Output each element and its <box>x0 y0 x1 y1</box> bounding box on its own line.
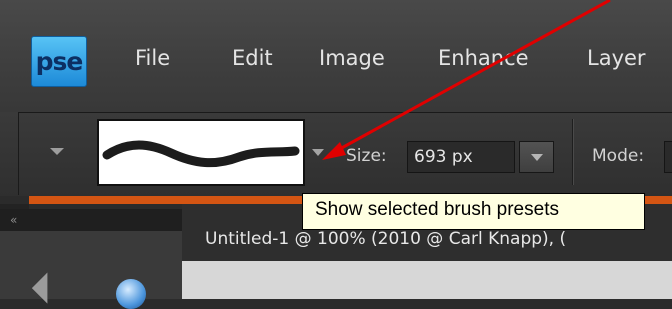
annotation-arrow <box>322 0 611 160</box>
